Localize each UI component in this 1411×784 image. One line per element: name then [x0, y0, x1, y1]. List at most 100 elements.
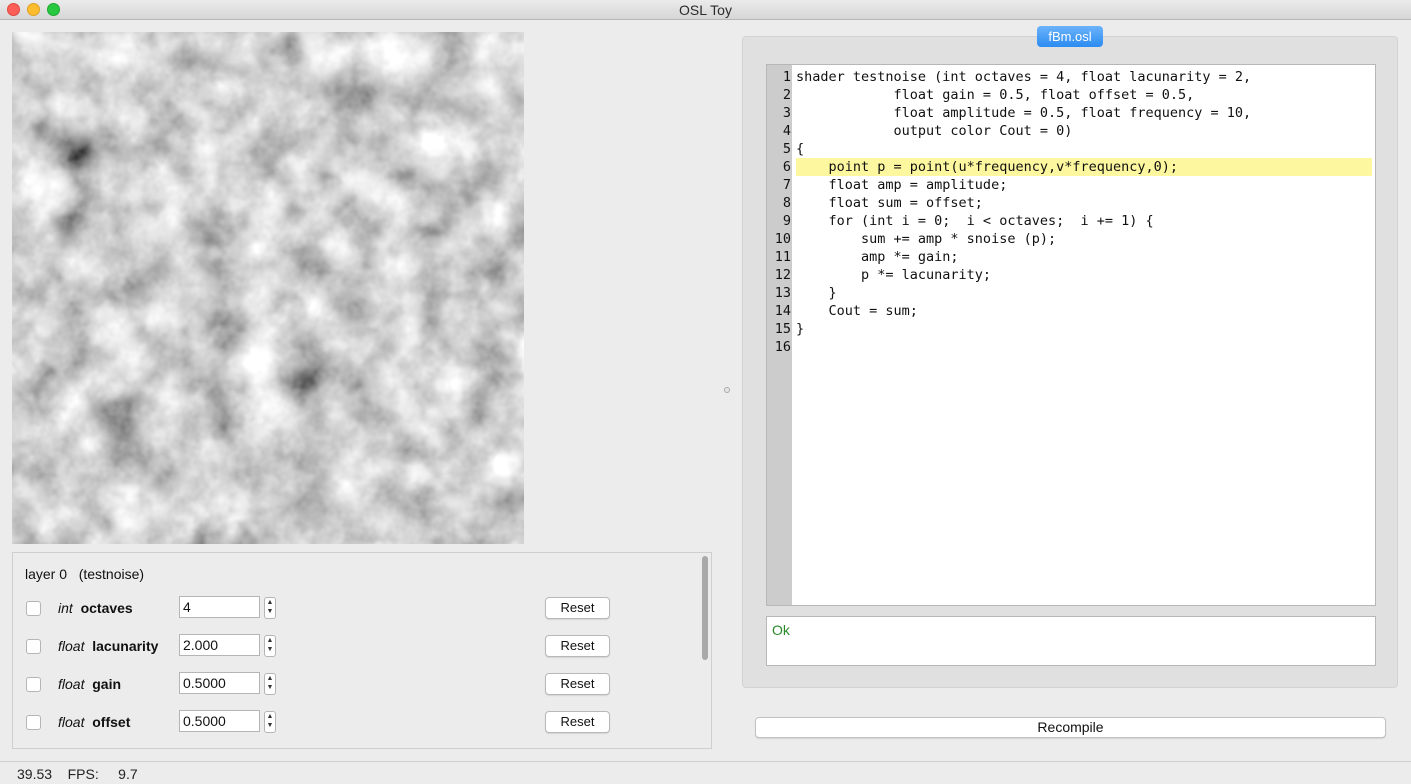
param-row-lacunarity: float lacunarity 2.000 ▲ ▼ Reset — [13, 634, 703, 660]
code-line[interactable]: 6 point p = point(u*frequency,v*frequenc… — [767, 158, 1375, 176]
code-line[interactable]: 15} — [767, 320, 1375, 338]
line-number: 4 — [782, 123, 791, 139]
code-text: output color Cout = 0) — [796, 123, 1073, 139]
code-line[interactable]: 14 Cout = sum; — [767, 302, 1375, 320]
scrollbar-thumb[interactable] — [702, 556, 708, 660]
status-bar: 39.53 FPS: 9.7 — [0, 761, 1411, 784]
param-row-gain: float gain 0.5000 ▲ ▼ Reset — [13, 672, 703, 698]
code-line[interactable]: 8 float sum = offset; — [767, 194, 1375, 212]
line-number: 7 — [782, 177, 791, 193]
line-number: 15 — [774, 321, 791, 337]
chevron-up-icon[interactable]: ▲ — [267, 713, 274, 720]
line-number: 16 — [774, 339, 791, 355]
compile-status: Ok — [772, 622, 790, 638]
line-number: 6 — [782, 159, 791, 175]
chevron-up-icon[interactable]: ▲ — [267, 599, 274, 606]
param-row-offset: float offset 0.5000 ▲ ▼ Reset — [13, 710, 703, 736]
code-text: sum += amp * snoise (p); — [796, 231, 1057, 247]
param-row-octaves: int octaves 4 ▲ ▼ Reset — [13, 596, 703, 622]
line-number: 8 — [782, 195, 791, 211]
code-line[interactable]: 13 } — [767, 284, 1375, 302]
offset-input[interactable]: 0.5000 — [179, 710, 260, 732]
lacunarity-reset-button[interactable]: Reset — [545, 635, 610, 657]
line-number: 2 — [782, 87, 791, 103]
code-text: point p = point(u*frequency,v*frequency,… — [796, 158, 1372, 176]
code-line[interactable]: 12 p *= lacunarity; — [767, 266, 1375, 284]
parameters-panel: layer 0 (testnoise) int octaves 4 ▲ ▼ Res… — [12, 552, 712, 749]
line-number: 11 — [774, 249, 791, 265]
code-line[interactable]: 2 float gain = 0.5, float offset = 0.5, — [767, 86, 1375, 104]
render-preview[interactable] — [12, 32, 524, 544]
param-name: offset — [92, 714, 131, 730]
code-line[interactable]: 5{ — [767, 140, 1375, 158]
param-name: octaves — [80, 600, 133, 616]
octaves-checkbox[interactable] — [26, 601, 41, 616]
param-type: int — [58, 600, 73, 616]
code-text: { — [796, 141, 805, 157]
lacunarity-checkbox[interactable] — [26, 639, 41, 654]
code-line[interactable]: 11 amp *= gain; — [767, 248, 1375, 266]
param-name: lacunarity — [92, 638, 159, 654]
noise-image — [12, 32, 524, 544]
code-editor[interactable]: 1 shader testnoise (int octaves = 4, floa… — [766, 64, 1376, 606]
line-number: 12 — [774, 267, 791, 283]
code-text: Cout = sum; — [796, 303, 918, 319]
chevron-up-icon[interactable]: ▲ — [267, 637, 274, 644]
tab-fbm-osl[interactable]: fBm.osl — [1037, 26, 1103, 47]
offset-stepper[interactable]: ▲ ▼ — [264, 711, 276, 733]
line-number: 13 — [774, 285, 791, 301]
chevron-down-icon[interactable]: ▼ — [267, 722, 274, 729]
gain-reset-button[interactable]: Reset — [545, 673, 610, 695]
octaves-reset-button[interactable]: Reset — [545, 597, 610, 619]
splitter-handle[interactable] — [724, 387, 730, 393]
chevron-down-icon[interactable]: ▼ — [267, 684, 274, 691]
code-text: float sum = offset; — [796, 195, 983, 211]
code-text: } — [796, 321, 805, 337]
code-line[interactable]: 3 float amplitude = 0.5, float frequency… — [767, 104, 1375, 122]
param-label: float lacunarity — [58, 638, 158, 654]
param-label: float offset — [58, 714, 130, 730]
line-number: 10 — [774, 231, 791, 247]
code-text: float amplitude = 0.5, float frequency =… — [796, 105, 1252, 121]
chevron-down-icon[interactable]: ▼ — [267, 646, 274, 653]
window-title: OSL Toy — [679, 2, 732, 18]
octaves-stepper[interactable]: ▲ ▼ — [264, 597, 276, 619]
code-line[interactable]: 1 shader testnoise (int octaves = 4, floa… — [767, 68, 1375, 86]
line-number: 3 — [782, 105, 791, 121]
octaves-input[interactable]: 4 — [179, 596, 260, 618]
lacunarity-input[interactable]: 2.000 — [179, 634, 260, 656]
param-name: gain — [92, 676, 122, 692]
param-type: float — [58, 638, 85, 654]
gain-checkbox[interactable] — [26, 677, 41, 692]
compile-messages[interactable]: Ok — [766, 616, 1376, 666]
params-scrollbar[interactable] — [700, 554, 710, 748]
param-type: float — [58, 714, 85, 730]
line-number: 9 — [782, 213, 791, 229]
param-type: float — [58, 676, 85, 692]
code-text: shader testnoise (int octaves = 4, float… — [796, 69, 1252, 85]
offset-checkbox[interactable] — [26, 715, 41, 730]
chevron-down-icon[interactable]: ▼ — [267, 608, 274, 615]
recompile-button[interactable]: Recompile — [755, 717, 1386, 738]
param-label: int octaves — [58, 600, 133, 616]
layer-title: layer 0 (testnoise) — [25, 566, 145, 582]
code-line[interactable]: 4 output color Cout = 0) — [767, 122, 1375, 140]
code-line[interactable]: 10 sum += amp * snoise (p); — [767, 230, 1375, 248]
title-bar: OSL Toy — [0, 0, 1411, 20]
code-line[interactable]: 9 for (int i = 0; i < octaves; i += 1) { — [767, 212, 1375, 230]
code-text: float amp = amplitude; — [796, 177, 1008, 193]
code-text: } — [796, 285, 837, 301]
lacunarity-stepper[interactable]: ▲ ▼ — [264, 635, 276, 657]
line-number: 5 — [782, 141, 791, 157]
code-text: for (int i = 0; i < octaves; i += 1) { — [796, 213, 1154, 229]
code-line[interactable]: 16 — [767, 338, 1375, 356]
offset-reset-button[interactable]: Reset — [545, 711, 610, 733]
chevron-up-icon[interactable]: ▲ — [267, 675, 274, 682]
gain-input[interactable]: 0.5000 — [179, 672, 260, 694]
code-text: amp *= gain; — [796, 249, 959, 265]
gain-stepper[interactable]: ▲ ▼ — [264, 673, 276, 695]
param-label: float gain — [58, 676, 121, 692]
code-line[interactable]: 7 float amp = amplitude; — [767, 176, 1375, 194]
line-number: 1 — [782, 69, 791, 85]
code-text: float gain = 0.5, float offset = 0.5, — [796, 87, 1195, 103]
